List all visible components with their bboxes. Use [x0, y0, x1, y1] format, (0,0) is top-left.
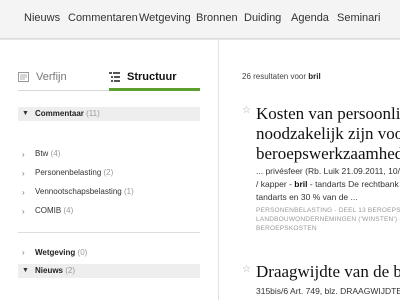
nav-item-seminaries[interactable]: Seminari [337, 12, 380, 24]
results-count: 26 resultaten voor bril [242, 72, 321, 81]
top-navigation: Nieuws Commentaren Wetgeving Bronnen Dui… [0, 0, 400, 39]
structure-item-label: Vennootschapsbelasting [35, 187, 122, 196]
structure-item-count: (2) [103, 168, 114, 177]
sidebar-tabs: Verfijn Structuur [18, 70, 200, 90]
chevron-down-icon: ▼ [22, 110, 29, 117]
section-wetgeving-label: Wetgeving [35, 248, 76, 257]
structure-item-count: (4) [63, 206, 74, 215]
tab-verfijn-label: Verfijn [36, 71, 67, 83]
tree-structure-icon [109, 72, 120, 82]
structure-item-count: (4) [50, 149, 61, 158]
result-snippet: 315bis/6 Art. 749, blz. DRAAGWIJDTE [256, 286, 400, 296]
header-divider [0, 39, 400, 40]
result-breadcrumb[interactable]: PERSONENBELASTING - DEEL 13 BEROEPSINKOM… [256, 206, 400, 215]
structure-item-label: Personenbelasting [35, 168, 102, 177]
chevron-right-icon: › [22, 207, 25, 216]
section-wetgeving-count: (0) [77, 248, 88, 257]
result-title[interactable]: Draagwijdte van de bepaling [256, 262, 400, 282]
column-divider [218, 40, 219, 300]
nav-item-nieuws[interactable]: Nieuws [24, 12, 60, 24]
chevron-right-icon: › [22, 248, 25, 257]
section-commentaar[interactable]: ▼ Commentaar (11) [18, 107, 200, 121]
result-title[interactable]: beroepswerkzaamheden [256, 144, 400, 164]
tab-structuur-label: Structuur [127, 71, 177, 83]
star-icon[interactable]: ☆ [242, 105, 251, 116]
result-title[interactable]: Kosten van persoonlijke [256, 104, 400, 124]
section-nieuws[interactable]: ▼ Nieuws (2) [18, 264, 200, 278]
section-divider [18, 232, 200, 233]
tab-structuur[interactable]: Structuur [109, 70, 200, 90]
section-nieuws-count: (2) [65, 266, 76, 275]
result-snippet: tandarts en 30 % van de ... [256, 192, 358, 202]
nav-item-bronnen[interactable]: Bronnen [196, 12, 238, 24]
snippet-highlight: bril [294, 179, 308, 189]
search-query: bril [308, 72, 321, 81]
chevron-down-icon: ▼ [22, 267, 29, 274]
section-nieuws-label: Nieuws [35, 266, 64, 275]
nav-item-duiding[interactable]: Duiding [244, 12, 281, 24]
active-tab-indicator [109, 88, 200, 91]
nav-item-wetgeving[interactable]: Wetgeving [139, 12, 191, 24]
result-breadcrumb[interactable]: LANDBOUWONDERNEMINGEN ('WINSTEN') - HOOF… [256, 215, 400, 224]
section-commentaar-count: (11) [86, 109, 100, 118]
nav-item-agenda[interactable]: Agenda [291, 12, 329, 24]
structure-item-label: COMIB [35, 206, 62, 215]
structure-item-label: Btw [35, 149, 49, 158]
chevron-right-icon: › [22, 150, 25, 159]
structure-item-count: (1) [123, 187, 134, 196]
chevron-right-icon: › [22, 169, 25, 178]
result-title[interactable]: noodzakelijk zijn voor [256, 124, 400, 144]
result-snippet: / kapper - bril - tandarts De rechtbank [256, 179, 399, 189]
filter-icon [18, 72, 29, 82]
nav-item-commentaren[interactable]: Commentaren [68, 12, 138, 24]
star-icon[interactable]: ☆ [242, 264, 251, 275]
tab-verfijn[interactable]: Verfijn [18, 70, 108, 90]
result-snippet: ... privésfeer (Rb. Luik 21.09.2011, 10/ [256, 166, 400, 176]
section-commentaar-label: Commentaar [35, 109, 84, 118]
result-breadcrumb[interactable]: BEROEPSKOSTEN [256, 224, 400, 233]
chevron-right-icon: › [22, 188, 25, 197]
